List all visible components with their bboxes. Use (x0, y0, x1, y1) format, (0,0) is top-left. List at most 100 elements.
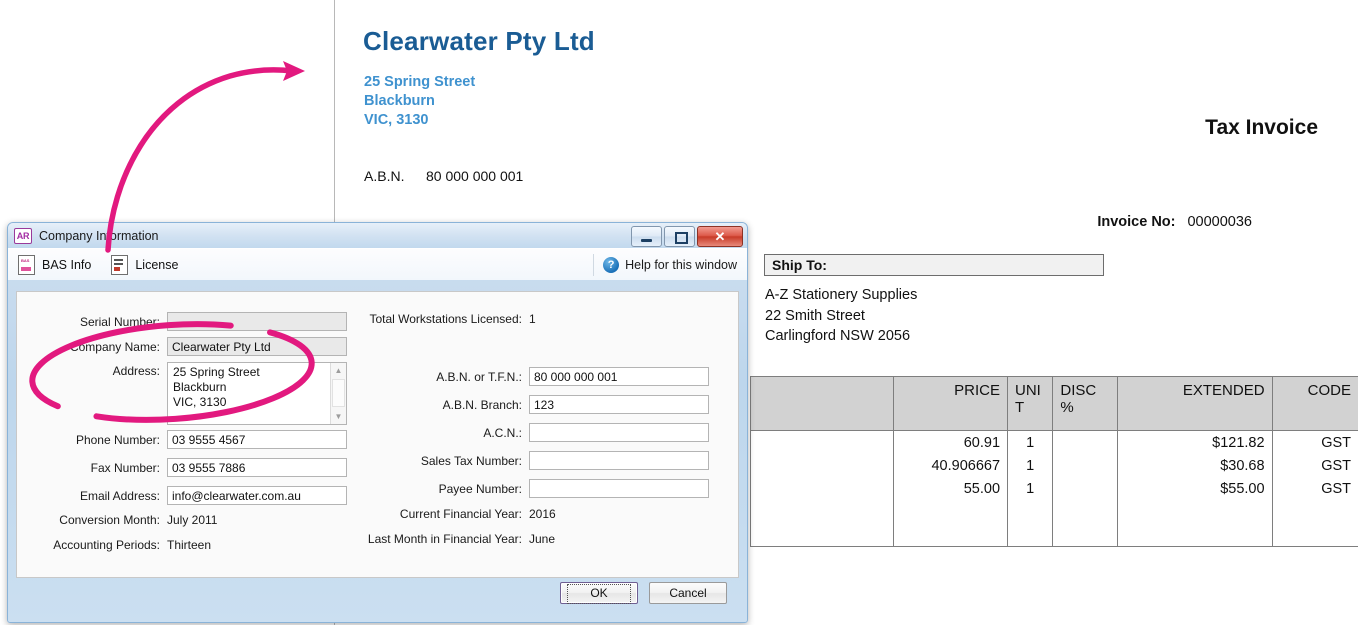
cell-unit: 1 (1007, 430, 1054, 454)
table-header-disc: DISC % (1052, 376, 1119, 431)
table-header-price: PRICE (892, 376, 1009, 431)
help-for-this-window-link[interactable]: ? Help for this window (593, 253, 737, 276)
field-row-last-month-fy: Last Month in Financial Year: June (362, 532, 555, 546)
abn-branch-input[interactable] (529, 395, 709, 414)
dialog-button-bar: OK Cancel (8, 582, 747, 604)
total-workstations-value: 1 (529, 312, 536, 326)
cell-price: 40.906667 (892, 454, 1009, 477)
payee-number-input[interactable] (529, 479, 709, 498)
ship-to-address: A-Z Stationery Supplies 22 Smith Street … (765, 287, 918, 344)
cell-desc (750, 477, 894, 500)
serial-number-input[interactable] (167, 312, 347, 331)
cell-price: 55.00 (892, 477, 1009, 500)
cell-extended: $55.00 (1117, 477, 1273, 500)
table-spacer-row (750, 500, 1358, 547)
address-label: Address: (112, 364, 160, 378)
scrollbar-thumb[interactable] (332, 379, 345, 407)
email-address-label: Email Address: (79, 488, 160, 503)
abn-tfn-input[interactable] (529, 367, 709, 386)
address-textarea[interactable]: 25 Spring Street Blackburn VIC, 3130 ▲ ▼ (167, 362, 347, 425)
cell-disc (1052, 454, 1119, 477)
accounting-periods-value: Thirteen (167, 538, 212, 552)
acn-label: A.C.N.: (483, 425, 522, 440)
table-row: 55.00 1 $55.00 GST (750, 477, 1358, 500)
cell-disc (1052, 430, 1119, 454)
close-button[interactable]: ✕ (697, 226, 743, 247)
scroll-down-icon[interactable]: ▼ (331, 409, 346, 424)
dialog-titlebar[interactable]: AR Company Information ✕ (8, 223, 747, 248)
field-row-abn-branch: A.B.N. Branch: (362, 395, 709, 414)
address-value: 25 Spring Street Blackburn VIC, 3130 (173, 365, 260, 409)
total-workstations-label: Total Workstations Licensed: (369, 312, 522, 326)
phone-number-label: Phone Number: (75, 432, 160, 447)
minimize-button[interactable] (631, 226, 662, 247)
field-row-address: Address: 25 Spring Street Blackburn VIC,… (45, 362, 355, 425)
company-name-input[interactable] (167, 337, 347, 356)
fax-number-input[interactable] (167, 458, 347, 477)
last-month-financial-year-label: Last Month in Financial Year: (367, 532, 522, 546)
sales-tax-number-label: Sales Tax Number: (420, 453, 522, 468)
invoice-abn-line: A.B.N. 80 000 000 001 (364, 168, 523, 184)
current-financial-year-value: 2016 (529, 507, 556, 521)
invoice-number-label: Invoice No: (1097, 214, 1176, 230)
field-row-company-name: Company Name: (45, 337, 355, 356)
cell-empty (1052, 500, 1119, 547)
invoice-line-table: PRICE UNI T DISC % EXTENDED CODE 60.91 1 $… (750, 376, 1358, 547)
email-address-input[interactable] (167, 486, 347, 505)
conversion-month-label: Conversion Month: (59, 513, 160, 527)
abn-branch-label: A.B.N. Branch: (442, 397, 522, 412)
serial-number-label: Serial Number: (79, 314, 160, 329)
help-question-icon: ? (603, 256, 620, 273)
dialog-toolbar: BAS BAS Info License ? Help for this win… (8, 248, 747, 280)
bas-info-button[interactable]: BAS BAS Info (18, 254, 92, 275)
field-row-serial-number: Serial Number: (45, 312, 355, 331)
cell-empty (1271, 500, 1358, 547)
field-row-sales-tax: Sales Tax Number: (362, 451, 709, 470)
cell-desc (750, 430, 894, 454)
field-row-total-workstations: Total Workstations Licensed: 1 (362, 312, 536, 326)
field-row-conversion-month: Conversion Month: July 2011 (45, 513, 355, 527)
invoice-abn-label: A.B.N. (364, 168, 405, 184)
maximize-button[interactable] (664, 226, 695, 247)
invoice-company-name: Clearwater Pty Ltd (363, 26, 595, 56)
last-month-financial-year-value: June (529, 532, 556, 546)
field-row-acn: A.C.N.: (362, 423, 709, 442)
conversion-month-value: July 2011 (167, 513, 218, 527)
license-button[interactable]: License (111, 254, 179, 275)
scroll-up-icon[interactable]: ▲ (331, 363, 346, 378)
company-name-label: Company Name: (69, 339, 160, 354)
app-icon: AR (14, 227, 32, 244)
sales-tax-number-input[interactable] (529, 451, 709, 470)
invoice-table-header-row: PRICE UNI T DISC % EXTENDED CODE (750, 376, 1358, 431)
cell-desc (750, 454, 894, 477)
acn-input[interactable] (529, 423, 709, 442)
cell-price: 60.91 (892, 430, 1009, 454)
cell-empty (750, 500, 894, 547)
cell-unit: 1 (1007, 454, 1054, 477)
field-row-phone: Phone Number: (45, 430, 355, 449)
table-header-code: CODE (1271, 376, 1358, 431)
cell-empty (1007, 500, 1054, 547)
company-information-window[interactable]: AR Company Information ✕ BAS BAS Info Li… (7, 222, 748, 623)
cell-empty (892, 500, 1009, 547)
cancel-button[interactable]: Cancel (649, 582, 727, 604)
table-header-extended: EXTENDED (1117, 376, 1273, 431)
table-row: 60.91 1 $121.82 GST (750, 430, 1358, 454)
phone-number-input[interactable] (167, 430, 347, 449)
invoice-abn-value: 80 000 000 001 (426, 168, 524, 184)
invoice-doc-title: Tax Invoice (1205, 116, 1318, 139)
fax-number-label: Fax Number: (90, 460, 160, 475)
invoice-company-address: 25 Spring Street Blackburn VIC, 3130 (364, 74, 476, 128)
bas-info-label: BAS Info (42, 257, 92, 272)
field-row-email: Email Address: (45, 486, 355, 505)
ok-button[interactable]: OK (560, 582, 638, 604)
accounting-periods-label: Accounting Periods: (53, 538, 160, 552)
table-header-unit: UNI T (1007, 376, 1054, 431)
table-header-desc (750, 376, 894, 431)
license-label: License (135, 257, 179, 272)
cell-unit: 1 (1007, 477, 1054, 500)
address-scrollbar[interactable]: ▲ ▼ (330, 363, 346, 424)
ok-button-label: OK (567, 584, 631, 604)
abn-tfn-label: A.B.N. or T.F.N.: (436, 369, 522, 384)
ship-to-header: Ship To: (764, 254, 1104, 276)
